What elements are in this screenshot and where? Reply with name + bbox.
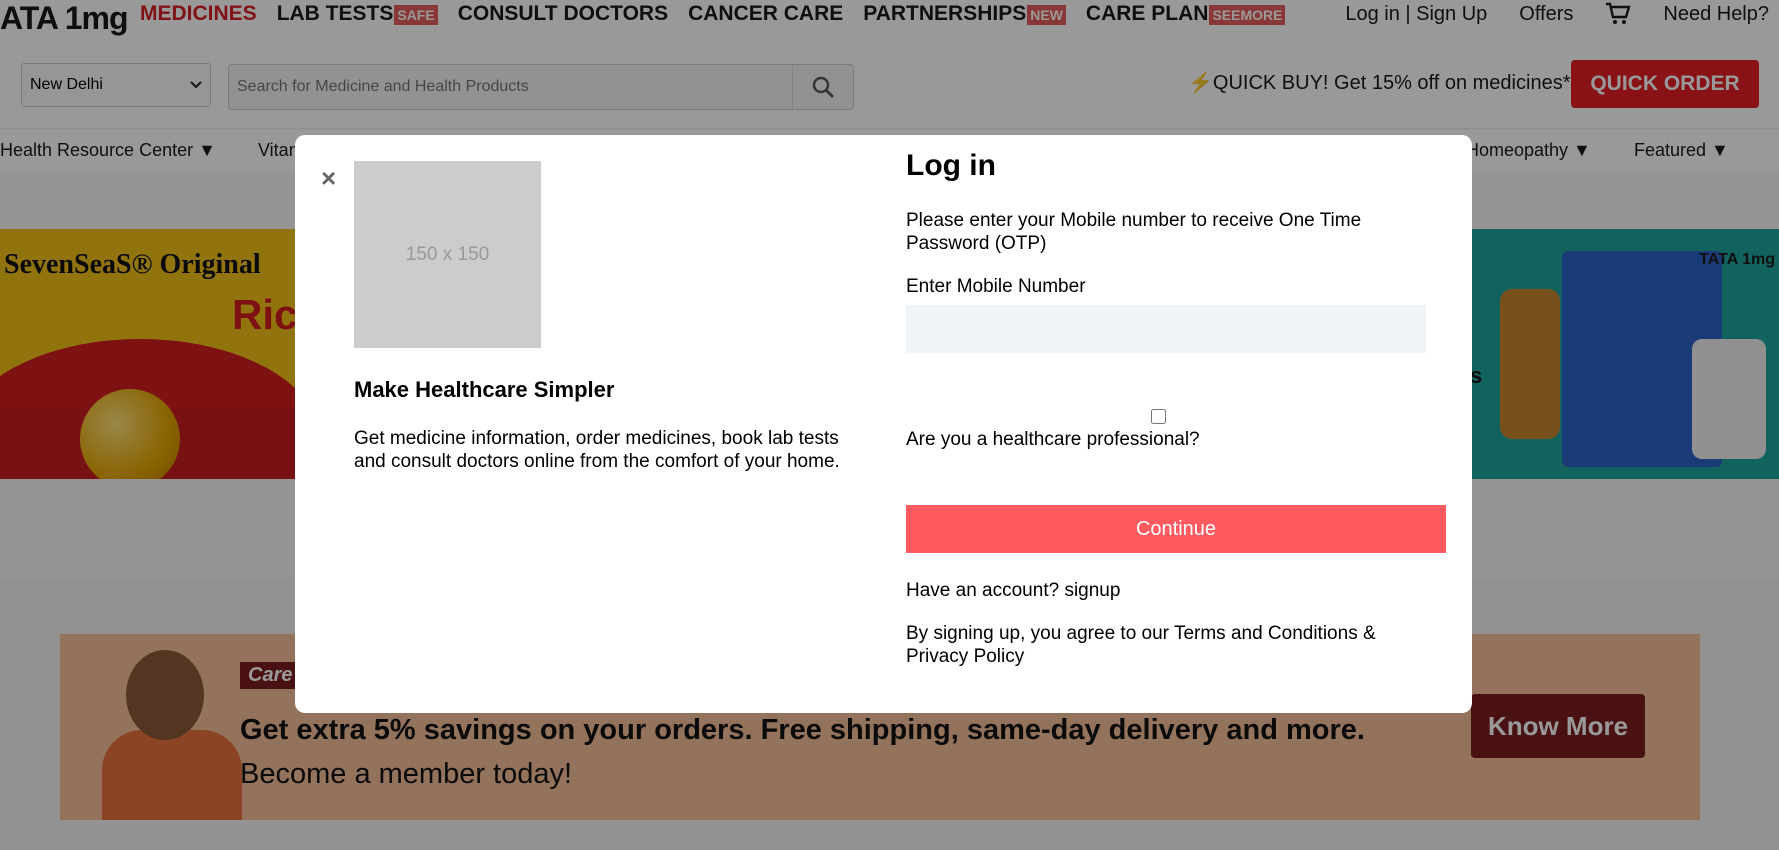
mobile-number-label: Enter Mobile Number <box>906 276 1086 297</box>
close-icon[interactable]: × <box>321 165 336 191</box>
signup-link[interactable]: Have an account? signup <box>906 580 1120 602</box>
continue-button[interactable]: Continue <box>906 505 1446 553</box>
login-modal: × 150 x 150 Make Healthcare Simpler Get … <box>295 135 1472 713</box>
placeholder-image: 150 x 150 <box>354 161 541 348</box>
healthcare-professional-label: Are you a healthcare professional? <box>906 429 1200 450</box>
modal-left-description: Get medicine information, order medicine… <box>354 428 840 472</box>
otp-instruction: Please enter your Mobile number to recei… <box>906 210 1362 254</box>
modal-left-title: Make Healthcare Simpler <box>354 377 615 402</box>
healthcare-professional-checkbox[interactable] <box>1151 409 1166 424</box>
login-title: Log in <box>906 149 996 182</box>
terms-text: By signing up, you agree to our Terms an… <box>906 623 1376 667</box>
placeholder-image-label: 150 x 150 <box>405 243 490 265</box>
mobile-number-input[interactable] <box>906 305 1426 353</box>
